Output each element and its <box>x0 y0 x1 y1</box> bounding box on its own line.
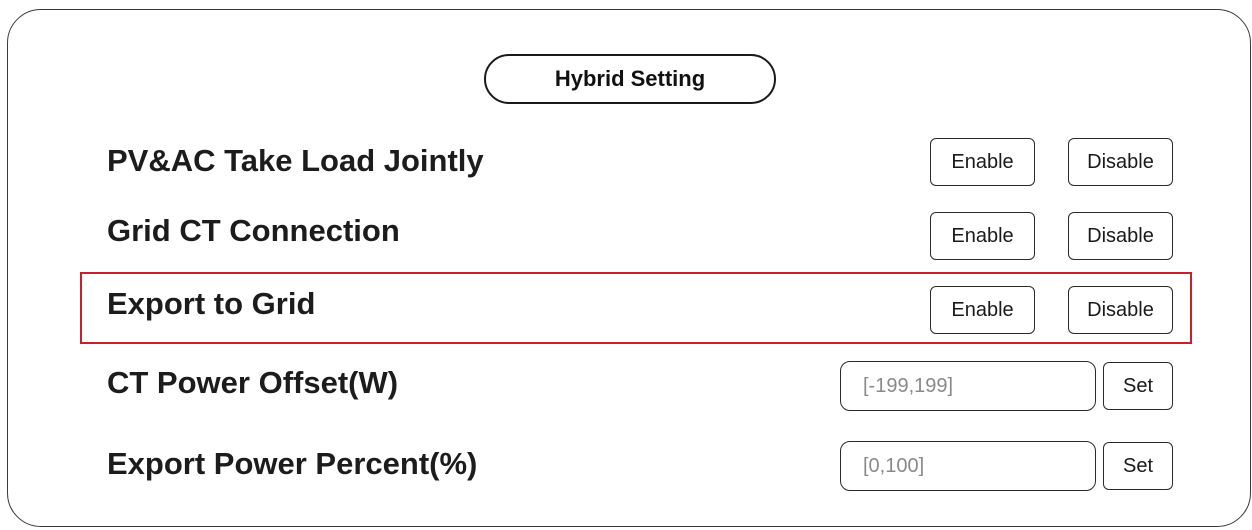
ct-power-offset-input[interactable]: [-199,199] <box>840 361 1096 411</box>
set-button-label: Set <box>1122 454 1154 477</box>
disable-button-label: Disable <box>1087 224 1154 247</box>
hybrid-setting-title: Hybrid Setting <box>484 54 776 104</box>
ct-power-offset-set-button[interactable]: Set <box>1103 362 1173 410</box>
export-power-percent-input[interactable]: [0,100] <box>840 441 1096 491</box>
page-title: Hybrid Setting <box>554 66 706 91</box>
export-power-percent-set-button[interactable]: Set <box>1103 442 1173 490</box>
export-power-percent-label: Export Power Percent(%) <box>107 446 478 481</box>
grid-ct-connection-label: Grid CT Connection <box>107 213 400 248</box>
grid-ct-connection-enable-button[interactable]: Enable <box>930 212 1035 260</box>
export-power-percent-placeholder: [0,100] <box>863 454 925 477</box>
set-button-label: Set <box>1122 374 1154 397</box>
enable-button-label: Enable <box>951 150 1014 173</box>
grid-ct-connection-disable-button[interactable]: Disable <box>1068 212 1173 260</box>
disable-button-label: Disable <box>1087 298 1154 321</box>
enable-button-label: Enable <box>951 298 1014 321</box>
export-to-grid-disable-button[interactable]: Disable <box>1068 286 1173 334</box>
ct-power-offset-placeholder: [-199,199] <box>863 374 954 397</box>
pv-ac-take-load-jointly-label: PV&AC Take Load Jointly <box>107 143 484 178</box>
export-to-grid-label: Export to Grid <box>107 286 316 321</box>
pv-ac-take-load-jointly-enable-button[interactable]: Enable <box>930 138 1035 186</box>
disable-button-label: Disable <box>1087 150 1154 173</box>
export-to-grid-enable-button[interactable]: Enable <box>930 286 1035 334</box>
ct-power-offset-label: CT Power Offset(W) <box>107 365 399 400</box>
pv-ac-take-load-jointly-disable-button[interactable]: Disable <box>1068 138 1173 186</box>
enable-button-label: Enable <box>951 224 1014 247</box>
